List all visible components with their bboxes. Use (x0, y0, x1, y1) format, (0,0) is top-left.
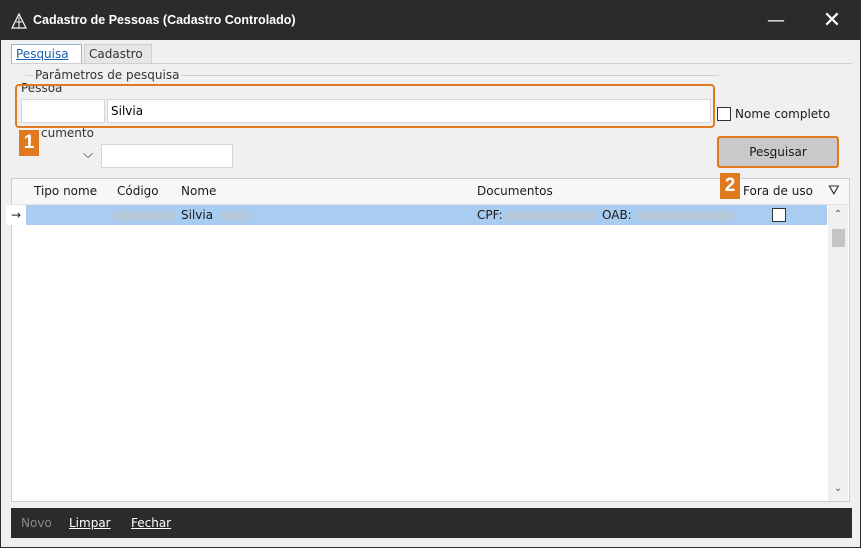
minimize-button[interactable]: — (753, 1, 799, 40)
row-oab-label: OAB: (602, 208, 632, 222)
col-tipo-nome[interactable]: Tipo nome (34, 184, 97, 198)
col-documentos[interactable]: Documentos (477, 184, 553, 198)
window-title: Cadastro de Pessoas (Cadastro Controlado… (33, 13, 296, 27)
documento-type-select[interactable]: ⌵ (23, 144, 99, 168)
search-group-label: Parâmetros de pesquisa (33, 68, 182, 82)
redacted-surname (222, 211, 252, 221)
grid-header: Tipo nome Código Nome Documentos Fora de… (12, 173, 849, 205)
results-grid: Tipo nome Código Nome Documentos Fora de… (6, 173, 850, 502)
fechar-button[interactable]: Fechar (131, 516, 171, 530)
row-indicator-arrow-icon: → (6, 205, 26, 225)
tab-cadastro[interactable]: Cadastro (84, 44, 152, 63)
filter-icon[interactable]: ⛛ (828, 183, 840, 199)
title-bar: Cadastro de Pessoas (Cadastro Controlado… (1, 1, 860, 40)
row-nome: Silvia (181, 208, 214, 222)
chevron-down-icon: ⌵ (83, 147, 93, 162)
table-row[interactable]: → Silvia CPF: OAB: (6, 205, 827, 225)
pesquisar-button[interactable]: Pesquisar (717, 136, 839, 168)
row-fora-de-uso-checkbox[interactable] (772, 208, 786, 222)
vertical-scrollbar[interactable]: ⌃ ⌄ (828, 205, 848, 501)
col-nome[interactable]: Nome (181, 184, 216, 198)
scroll-down-icon[interactable]: ⌄ (828, 481, 848, 497)
search-panel: Parâmetros de pesquisa Pessoa 1 cumento … (11, 63, 852, 178)
scroll-thumb[interactable] (832, 229, 845, 247)
pessoa-name-input[interactable] (107, 99, 711, 123)
nome-completo-checkbox[interactable] (717, 106, 731, 121)
redacted-cpf (506, 211, 596, 221)
col-fora-de-uso[interactable]: Fora de uso (743, 184, 813, 198)
documento-label: cumento (41, 126, 94, 140)
documento-input[interactable] (101, 144, 233, 168)
redacted-codigo (114, 211, 174, 221)
step-2-badge: 2 (720, 173, 740, 199)
nome-completo-option[interactable]: Nome completo (717, 106, 830, 121)
row-cpf-label: CPF: (477, 208, 503, 222)
bottom-toolbar: Novo Limpar Fechar (11, 508, 852, 538)
app-logo-icon (11, 13, 27, 29)
redacted-oab (638, 211, 733, 221)
main-window: Cadastro de Pessoas (Cadastro Controlado… (0, 0, 861, 548)
novo-button[interactable]: Novo (21, 516, 52, 530)
nome-completo-label: Nome completo (735, 106, 831, 121)
scroll-up-icon[interactable]: ⌃ (828, 207, 848, 223)
limpar-button[interactable]: Limpar (69, 516, 111, 530)
tab-pesquisa[interactable]: Pesquisa (11, 44, 82, 63)
col-codigo[interactable]: Código (117, 184, 159, 198)
close-button[interactable]: ✕ (809, 1, 855, 40)
pessoa-code-field[interactable] (21, 99, 105, 123)
pessoa-label: Pessoa (21, 81, 63, 95)
